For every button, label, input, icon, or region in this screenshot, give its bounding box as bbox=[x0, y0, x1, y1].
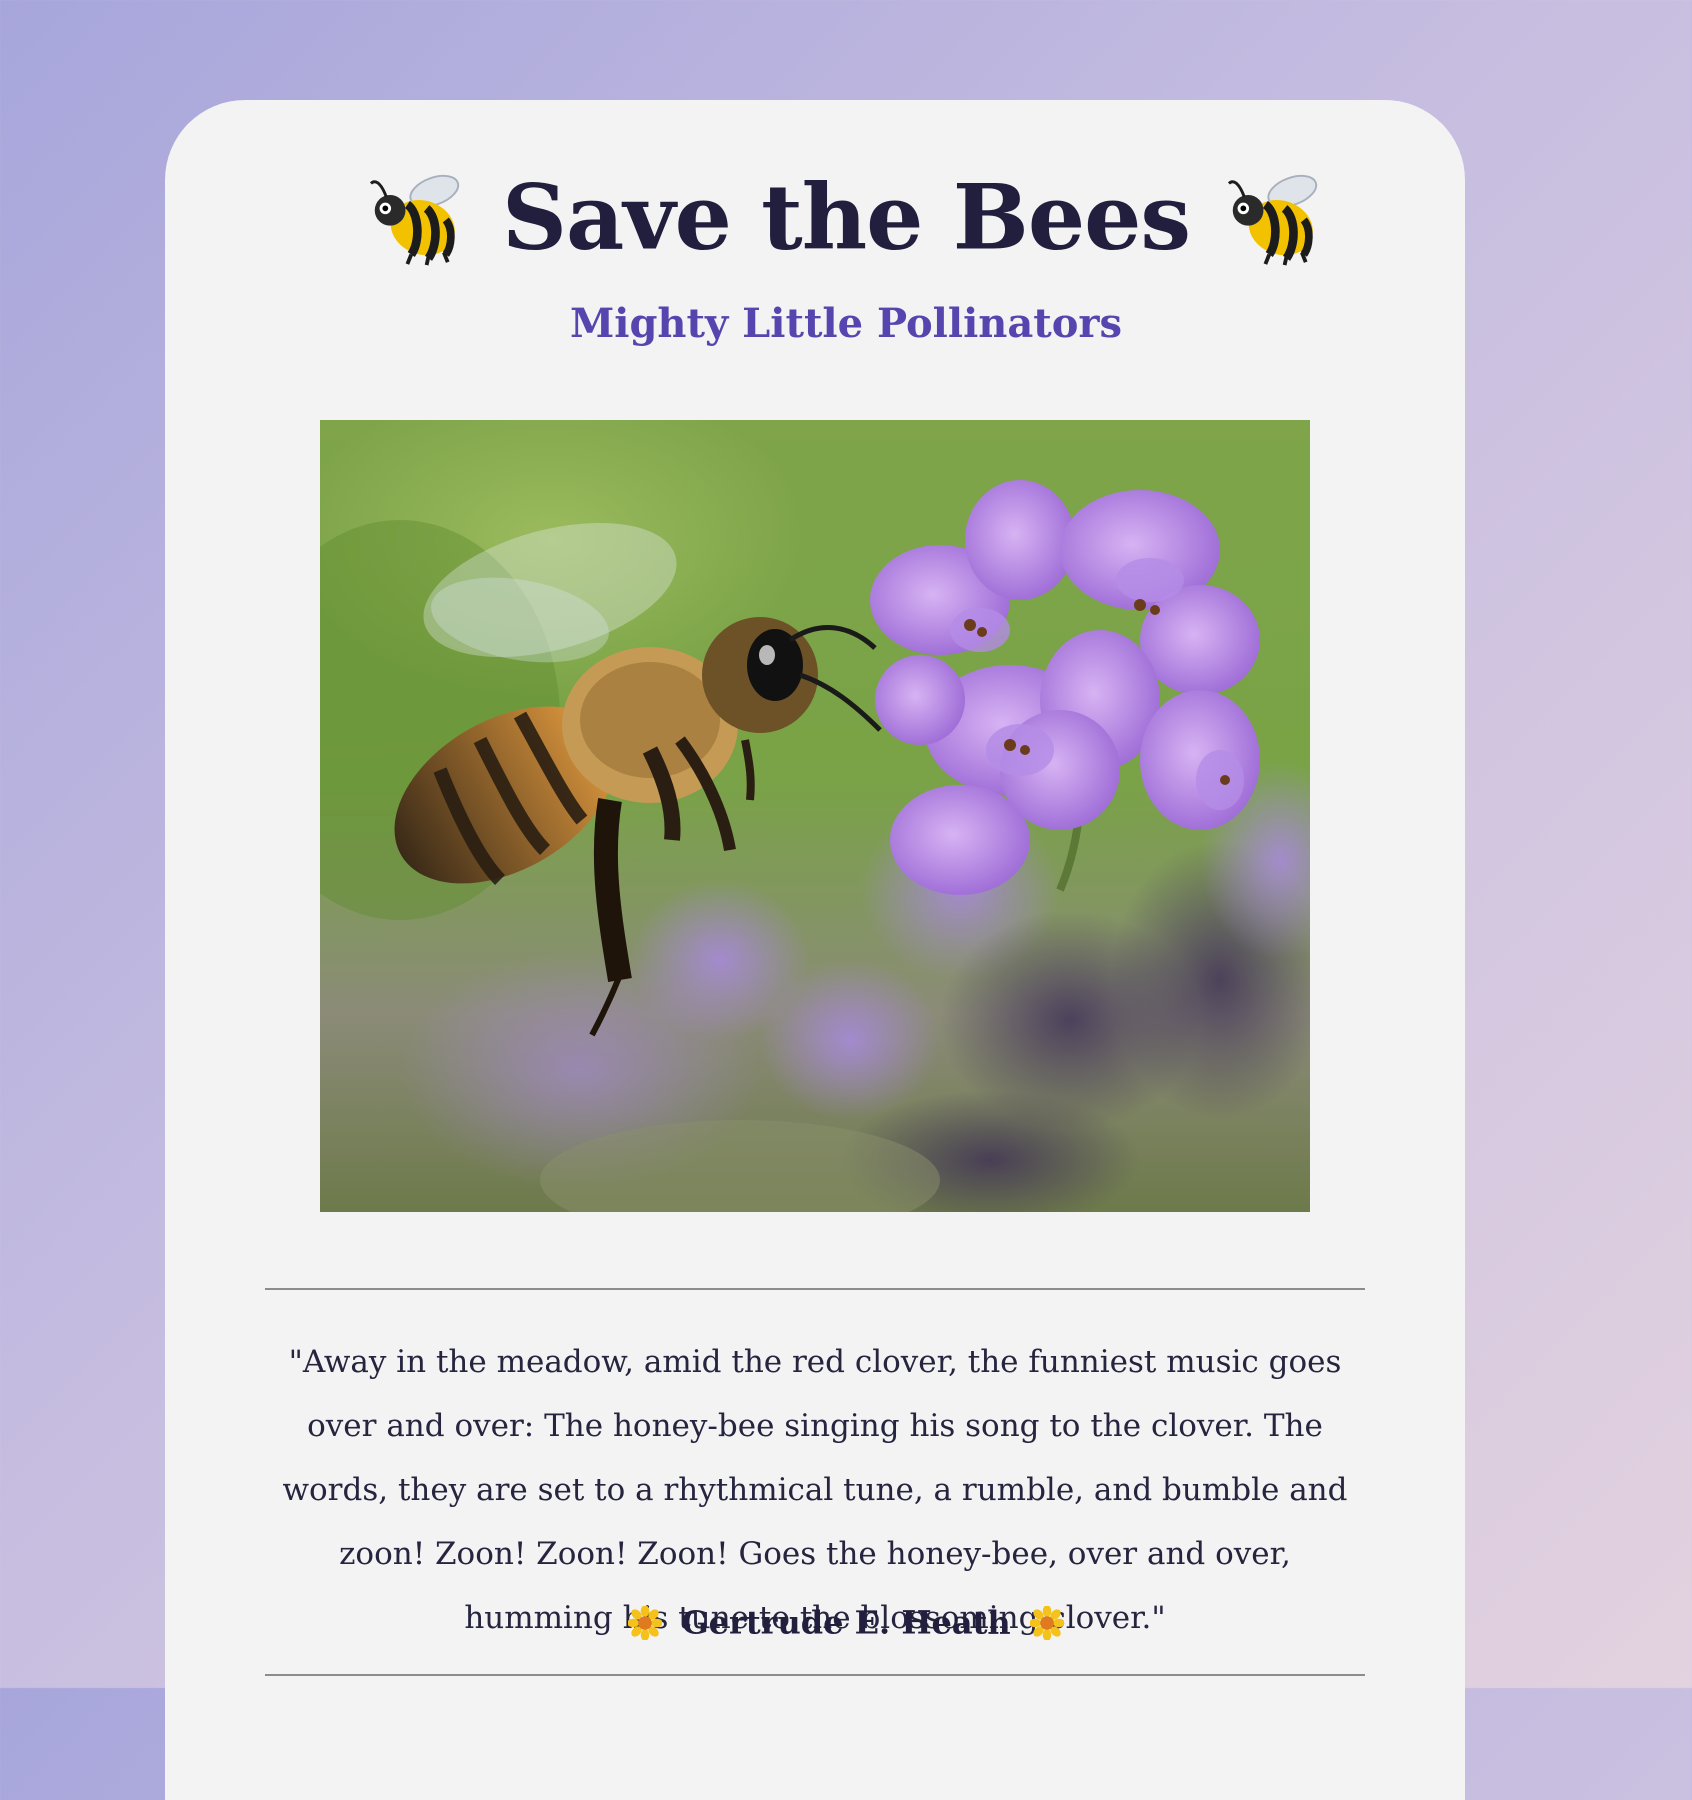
sunflower-icon bbox=[628, 1605, 663, 1640]
honeybee-icon bbox=[1228, 174, 1318, 265]
honeybee-on-lavender-photo bbox=[320, 420, 1310, 1212]
honeybee-icon bbox=[369, 174, 459, 265]
sunflower-icon bbox=[1029, 1605, 1064, 1640]
divider bbox=[265, 1674, 1365, 1676]
page-title: Save the Bees bbox=[0, 155, 1692, 273]
quote-author: Gertrude E. Heath bbox=[681, 1603, 1011, 1642]
title-text: Save the Bees bbox=[501, 164, 1191, 271]
quote-attribution: Gertrude E. Heath bbox=[0, 1590, 1692, 1653]
page-subtitle: Mighty Little Pollinators bbox=[569, 300, 1123, 347]
divider bbox=[265, 1288, 1365, 1290]
